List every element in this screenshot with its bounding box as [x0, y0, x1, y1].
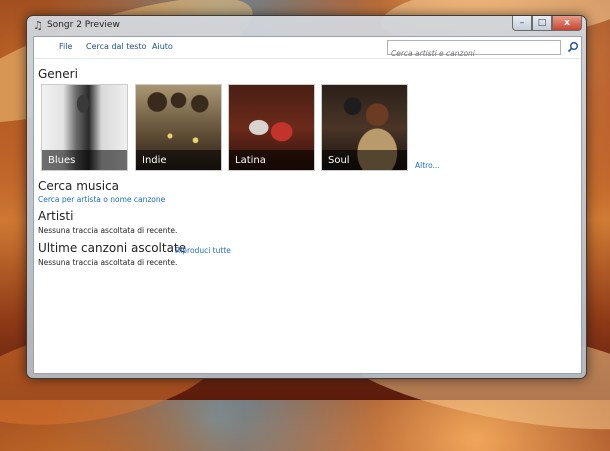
menu-aiuto[interactable]: Aiuto — [152, 42, 173, 51]
menu-file[interactable]: File — [59, 42, 72, 51]
maximize-button[interactable]: □ — [532, 16, 552, 31]
play-all-link[interactable]: Riproduci tutte — [175, 246, 231, 255]
window-title: Songr 2 Preview — [47, 20, 120, 30]
app-window: ♫ Songr 2 Preview – □ x File Cerca dal t… — [26, 15, 587, 379]
genre-label: Latina — [235, 155, 266, 166]
minimize-button[interactable]: – — [512, 16, 532, 31]
menu-bar: File Cerca dal testo Aiuto — [34, 37, 581, 60]
artists-empty-text: Nessuna traccia ascoltata di recente. — [38, 226, 178, 235]
genre-tile-indie[interactable]: Indie — [135, 84, 222, 171]
artists-heading: Artisti — [38, 209, 74, 223]
title-bar[interactable]: ♫ Songr 2 Preview – □ x — [27, 16, 586, 36]
recent-songs-empty-text: Nessuna traccia ascoltata di recente. — [38, 258, 178, 267]
window-controls: – □ x — [512, 16, 582, 31]
genre-label: Soul — [328, 155, 350, 166]
client-area: File Cerca dal testo Aiuto Generi Blues … — [33, 36, 582, 374]
menu-cerca-dal-testo[interactable]: Cerca dal testo — [86, 42, 146, 51]
search-by-artist-link[interactable]: Cerca per artista o nome canzone — [38, 195, 165, 204]
search-box[interactable] — [387, 40, 561, 60]
genre-tile-soul[interactable]: Soul — [321, 84, 408, 171]
genres-heading: Generi — [38, 67, 78, 81]
search-icon[interactable] — [567, 41, 579, 53]
search-input[interactable] — [388, 47, 560, 60]
search-music-heading: Cerca musica — [38, 179, 120, 193]
more-genres-link[interactable]: Altro... — [415, 161, 440, 170]
close-button[interactable]: x — [552, 16, 582, 31]
music-note-icon: ♫ — [33, 19, 43, 32]
recent-songs-heading: Ultime canzoni ascoltate — [38, 241, 187, 255]
genre-label: Blues — [48, 155, 76, 166]
genre-tile-blues[interactable]: Blues — [41, 84, 128, 171]
genre-label: Indie — [142, 155, 167, 166]
genre-tile-latina[interactable]: Latina — [228, 84, 315, 171]
